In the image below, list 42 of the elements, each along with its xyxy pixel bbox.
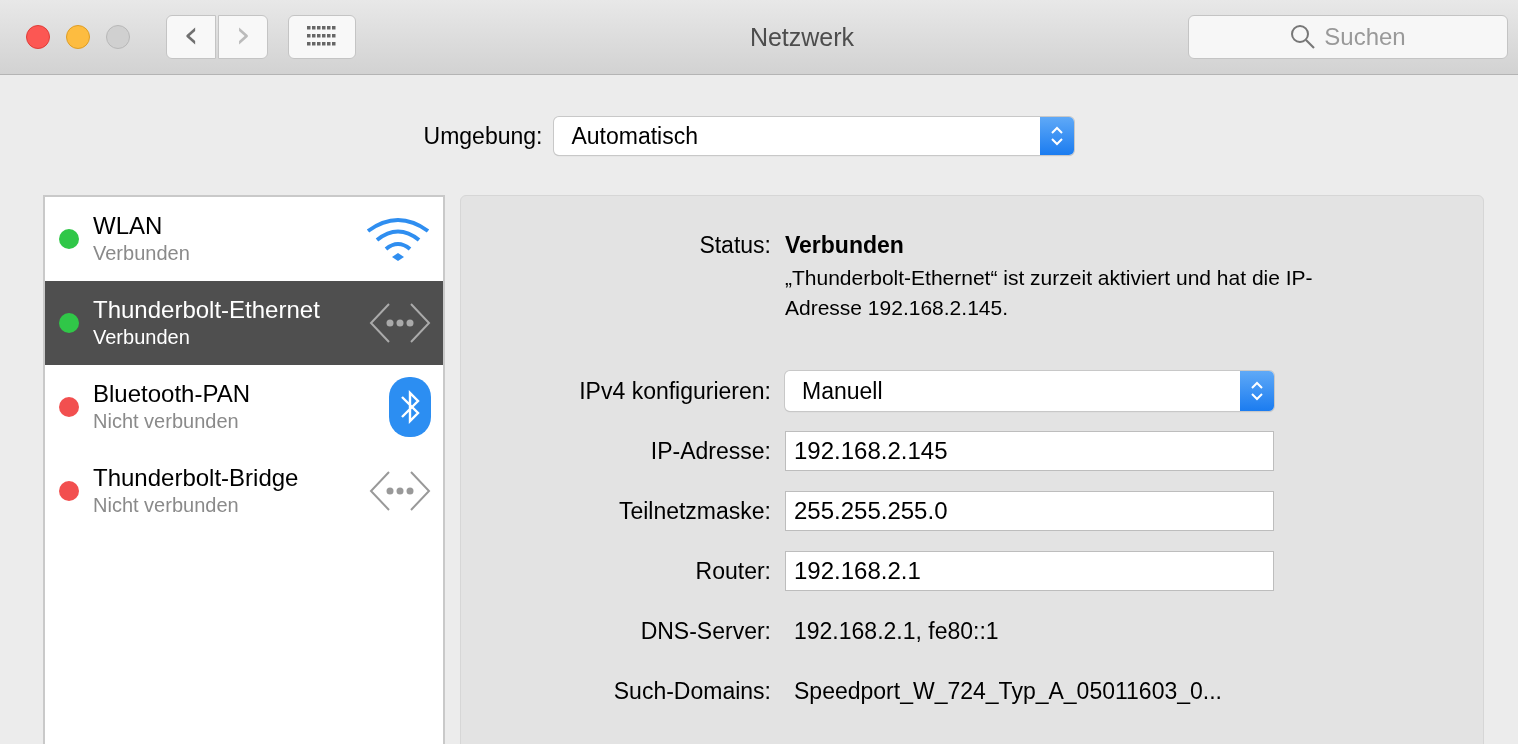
updown-icon [1040, 117, 1075, 155]
service-item[interactable]: Bluetooth-PAN Nicht verbunden [45, 365, 443, 449]
location-label: Umgebung: [423, 122, 543, 150]
field-label: Router: [694, 557, 771, 585]
service-status: Verbunden [93, 325, 191, 350]
wifi-icon [365, 215, 431, 263]
field-label: Teilnetzmaske: [617, 497, 771, 525]
status-label: Status: [698, 232, 771, 259]
back-button[interactable]: ‹ [166, 15, 216, 59]
service-item[interactable]: Thunderbolt-Bridge Nicht verbunden [45, 449, 443, 533]
service-name: Thunderbolt-Ethernet [93, 296, 321, 324]
service-status: Nicht verbunden [93, 409, 240, 434]
grid-icon [307, 26, 337, 48]
search-icon [1290, 24, 1317, 50]
service-status: Nicht verbunden [93, 493, 240, 518]
field-label: Such-Domains: [612, 677, 771, 705]
location-dropdown[interactable]: Automatisch [554, 117, 1075, 155]
show-all-button[interactable] [288, 15, 356, 59]
updown-icon [1240, 371, 1274, 411]
service-item[interactable]: WLAN Verbunden [45, 197, 443, 281]
field-value: 192.168.2.1, fe80::1 [793, 617, 1000, 646]
service-name: WLAN [93, 212, 164, 240]
input-field[interactable]: 255.255.255.0 [785, 491, 1274, 531]
minimize-button[interactable] [66, 25, 90, 49]
arrows-dots-icon [369, 302, 431, 344]
service-status: Verbunden [93, 241, 191, 266]
service-item[interactable]: Thunderbolt-Ethernet Verbunden [45, 281, 443, 365]
input-field[interactable]: 192.168.2.1 [785, 551, 1274, 591]
service-name: Thunderbolt-Bridge [93, 464, 300, 492]
input-field[interactable]: 192.168.2.145 [785, 431, 1274, 471]
dropdown[interactable]: Manuell [785, 371, 1274, 411]
service-name: Bluetooth-PAN [93, 380, 251, 408]
window-title: Netzwerk [748, 22, 856, 52]
status-description: „Thunderbolt-Ethernet“ ist zurzeit aktiviert und hat die IP-Adresse 192.168.2.145. [785, 265, 1314, 321]
close-button[interactable] [26, 25, 50, 49]
field-value: Speedport_W_724_Typ_A_05011603_0... [793, 677, 1223, 706]
arrows-dots-icon [369, 470, 431, 512]
status-value: Verbunden [785, 232, 905, 259]
field-label: IP-Adresse: [649, 437, 771, 465]
bluetooth-icon [389, 377, 431, 437]
field-label: IPv4 konfigurieren: [578, 377, 771, 405]
field-label: DNS-Server: [639, 617, 771, 645]
